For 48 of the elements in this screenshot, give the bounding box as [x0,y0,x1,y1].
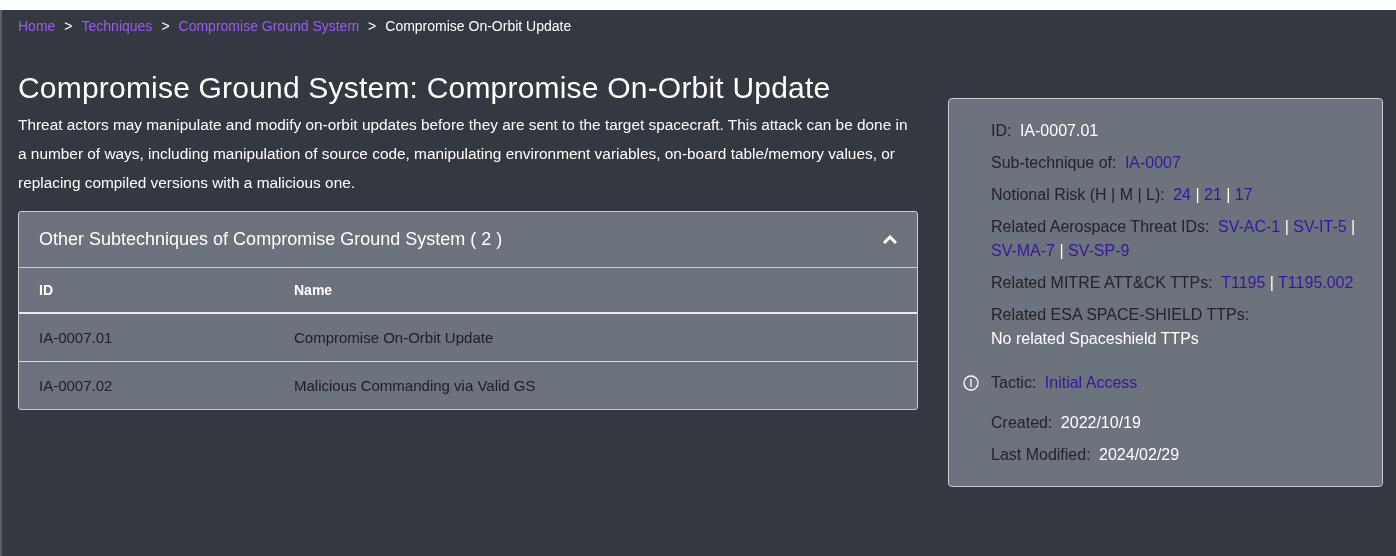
field-link[interactable]: T1195.002 [1278,274,1354,291]
field-link[interactable]: IA-0007 [1124,154,1181,171]
breadcrumb-separator: > [64,17,73,36]
field-label: Tactic: [991,374,1037,391]
field-label: Related Aerospace Threat IDs: [991,218,1210,235]
breadcrumb-link[interactable]: Compromise Ground System [178,16,360,36]
field-value: IA-0007.01 [1019,122,1099,139]
table-cell: Malicious Commanding via Valid GS [274,361,917,409]
field-value: No related Spaceshield TTPs [991,329,1200,349]
column-header: Name [274,268,917,313]
field-link[interactable]: SV-SP-9 [1068,242,1130,259]
breadcrumb-separator: > [161,17,170,36]
field-label: Sub-technique of: [991,154,1117,171]
description: Threat actors may manipulate and modify on-orbit updates before they are sent to the target spacecraft. This attack can be done in a number of ways, including manipulation of source code, manipulating environment variables, on-board table/memory values, or replacing compiled versions with a malicious one. [18,115,909,193]
accordion-title: Other Subtechniques of Compromise Ground System ( 2 ) [39,229,503,250]
chevron-up-icon[interactable] [883,234,897,245]
breadcrumb-current: Compromise On-Orbit Update [385,17,572,36]
separator: | [1284,218,1289,235]
separator: | [1195,186,1200,203]
field-label: ID: [991,122,1012,139]
field-link[interactable]: SV-MA-7 [991,242,1055,259]
field-label: Related ESA SPACE-SHIELD TTPs: [991,306,1250,323]
separator: | [1269,274,1274,291]
page-title: Compromise Ground System: Compromise On-Orbit Update [18,70,832,106]
field-link[interactable]: 24 [1173,186,1191,203]
table-cell: IA-0007.01 [19,313,274,361]
column-header: ID [19,268,274,313]
field-link[interactable]: 17 [1234,186,1253,203]
separator: | [1351,218,1356,235]
field-label: Created: [991,414,1053,431]
field-value: 2024/02/29 [1099,446,1180,463]
field-label: Related MITRE ATT&CK TTPs: [991,274,1213,291]
accordion-header[interactable]: Other Subtechniques of Compromise Ground System ( 2 ) [19,212,917,268]
breadcrumb-link[interactable]: Techniques [81,16,153,36]
breadcrumb-link[interactable]: Home [18,16,56,36]
field-link[interactable]: SV-AC-1 [1217,218,1281,235]
separator: | [1226,186,1231,203]
field-link[interactable]: T1195 [1221,274,1266,291]
field-label: Notional Risk (H | M | L): [991,186,1165,203]
field-link[interactable]: SV-IT-5 [1293,218,1347,235]
table-cell: Compromise On-Orbit Update [274,313,917,361]
separator: | [1059,242,1064,259]
field-value: 2022/10/19 [1060,414,1141,431]
table-cell: IA-0007.02 [19,361,274,409]
field-link[interactable]: Initial Access [1044,374,1138,391]
breadcrumb-separator: > [368,17,377,36]
field-link[interactable]: 21 [1204,186,1222,203]
field-label: Last Modified: [991,446,1091,463]
